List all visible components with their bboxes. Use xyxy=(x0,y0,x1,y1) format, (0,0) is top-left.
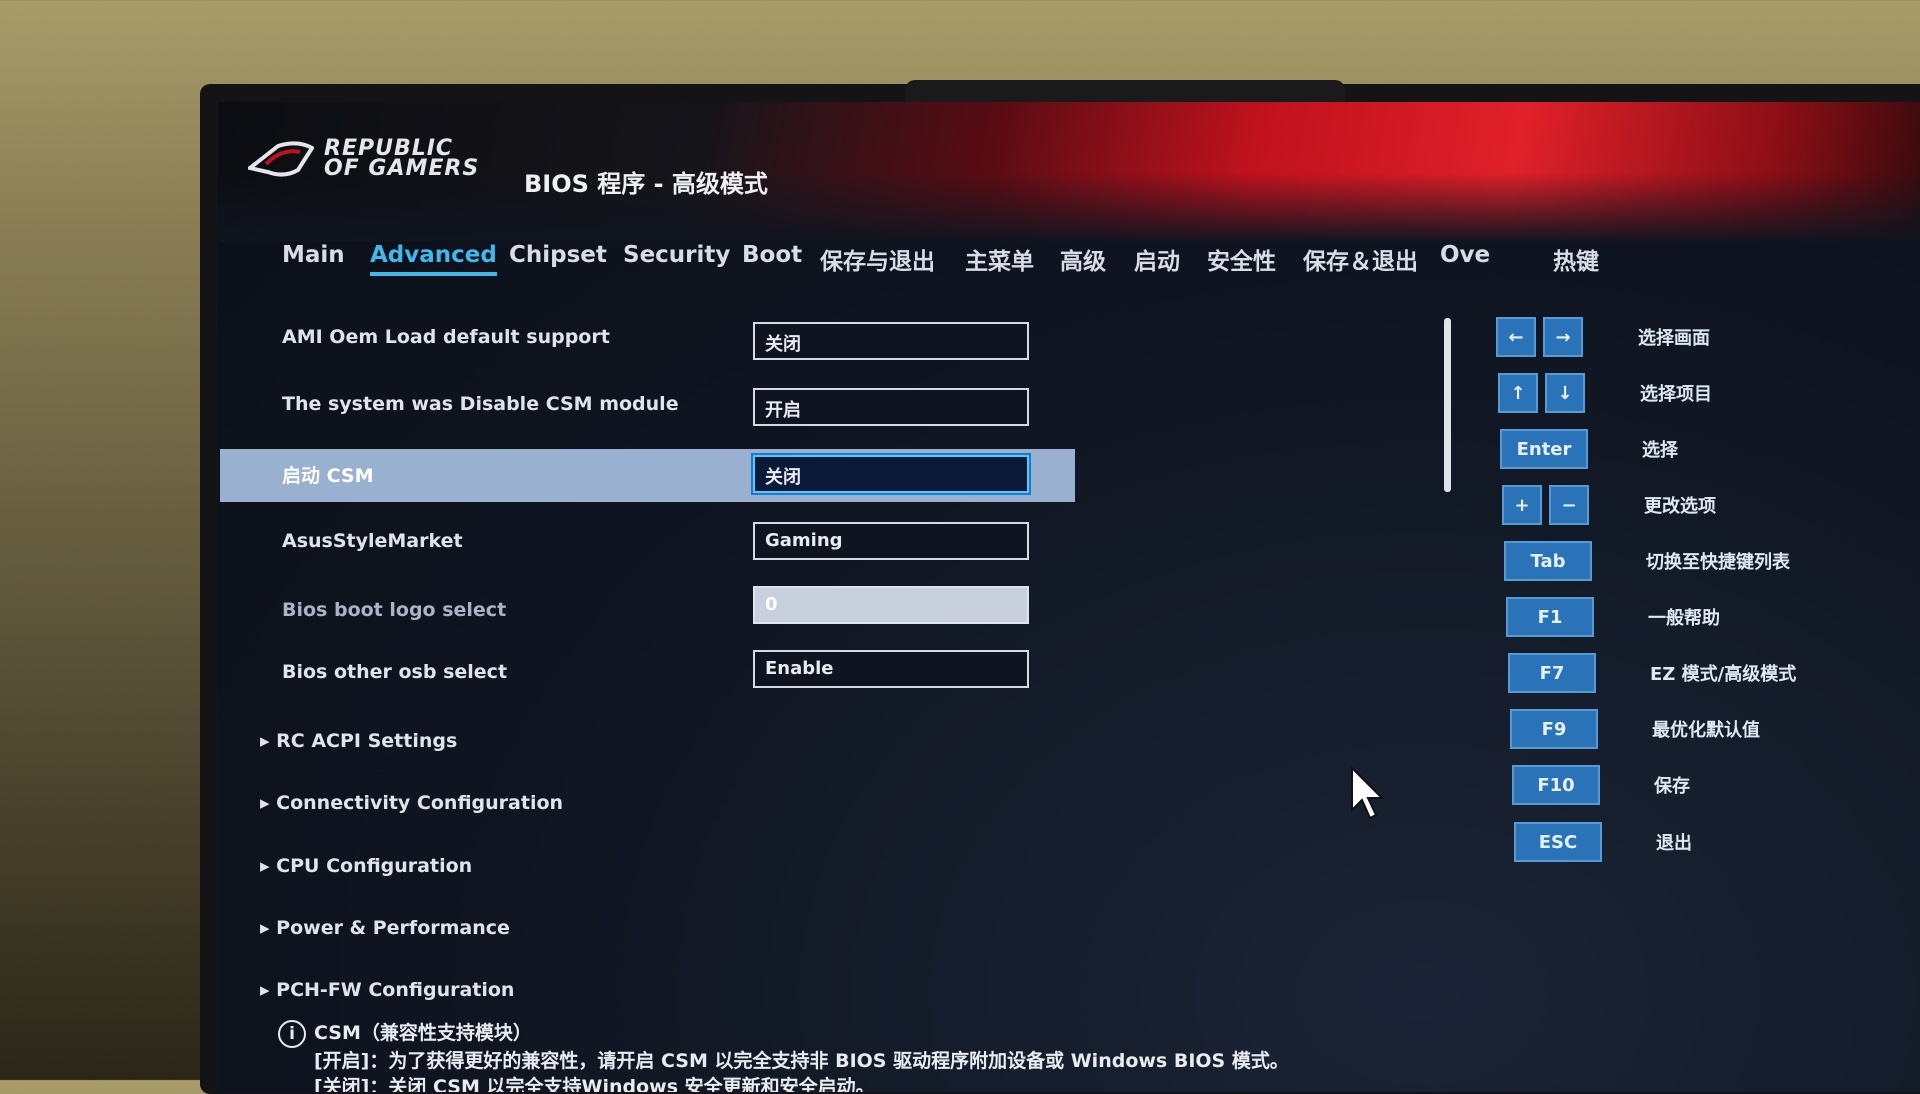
rog-logo: REPUBLIC OF GAMERS xyxy=(248,138,484,180)
setting-value-dropdown-selected[interactable]: 关闭 xyxy=(753,455,1029,493)
setting-label: AsusStyleMarket xyxy=(282,530,463,552)
key-right: → xyxy=(1543,317,1583,357)
help-title: CSM（兼容性支持模块） xyxy=(314,1022,532,1044)
rog-eye-icon xyxy=(248,141,314,177)
setting-label: Bios other osb select xyxy=(282,661,508,683)
hotkey-desc: 一般帮助 xyxy=(1648,608,1720,629)
key-f1: F1 xyxy=(1506,597,1594,637)
tab-main-menu-cn[interactable]: 主菜单 xyxy=(965,242,1034,276)
key-enter: Enter xyxy=(1500,429,1588,469)
bios-screen: REPUBLIC OF GAMERS BIOS 程序 - 高级模式 Main A… xyxy=(218,102,1920,1092)
brand-text: REPUBLIC OF GAMERS xyxy=(324,136,480,181)
submenu-rc-acpi[interactable]: RC ACPI Settings xyxy=(260,730,457,752)
tab-overclock[interactable]: Ove xyxy=(1440,242,1490,268)
submenu-connectivity[interactable]: Connectivity Configuration xyxy=(260,792,563,814)
hotkey-desc: 选择 xyxy=(1642,440,1678,461)
setting-value-input[interactable]: 0 xyxy=(753,586,1029,624)
tab-save-exit-cn[interactable]: 保存与退出 xyxy=(820,242,935,276)
tab-save-exit-cn-2[interactable]: 保存＆退出 xyxy=(1303,242,1418,276)
setting-value-dropdown[interactable]: 开启 xyxy=(753,388,1029,426)
hotkey-desc: 切换至快捷键列表 xyxy=(1646,552,1790,573)
setting-value-dropdown[interactable]: 关闭 xyxy=(753,322,1029,360)
scrollbar[interactable] xyxy=(1444,318,1451,492)
submenu-cpu[interactable]: CPU Configuration xyxy=(260,855,472,877)
setting-label: The system was Disable CSM module xyxy=(282,393,679,415)
hotkeys-heading: 热键 xyxy=(1553,249,1599,275)
mouse-cursor-icon xyxy=(1351,766,1384,820)
tab-chipset[interactable]: Chipset xyxy=(509,242,607,268)
key-minus: − xyxy=(1549,485,1589,525)
setting-label: Bios boot logo select xyxy=(282,599,507,621)
tab-main[interactable]: Main xyxy=(282,242,345,268)
page-title: BIOS 程序 - 高级模式 xyxy=(524,170,768,198)
key-esc: ESC xyxy=(1514,822,1602,862)
hotkey-desc: EZ 模式/高级模式 xyxy=(1650,664,1797,685)
key-plus: + xyxy=(1502,485,1542,525)
key-left: ← xyxy=(1496,317,1536,357)
hotkey-desc: 选择画面 xyxy=(1638,328,1710,349)
setting-value-dropdown[interactable]: Gaming xyxy=(753,522,1029,560)
tab-boot-cn[interactable]: 启动 xyxy=(1134,242,1180,276)
submenu-power-performance[interactable]: Power & Performance xyxy=(260,917,510,939)
tab-boot[interactable]: Boot xyxy=(742,242,802,268)
tab-security-cn[interactable]: 安全性 xyxy=(1207,242,1276,276)
help-line-2: [关闭]：关闭 CSM 以完全支持Windows 安全更新和安全启动。 xyxy=(314,1076,875,1092)
hotkey-desc: 选择项目 xyxy=(1640,384,1712,405)
hotkey-desc: 最优化默认值 xyxy=(1652,720,1760,741)
submenu-pch-fw[interactable]: PCH-FW Configuration xyxy=(260,979,514,1001)
hotkey-desc: 退出 xyxy=(1656,833,1692,854)
hotkey-desc: 保存 xyxy=(1654,776,1690,797)
key-f10: F10 xyxy=(1512,765,1600,805)
info-icon: i xyxy=(278,1020,306,1048)
key-up: ↑ xyxy=(1498,373,1538,413)
setting-label: AMI Oem Load default support xyxy=(282,326,610,348)
tab-advanced-cn[interactable]: 高级 xyxy=(1060,242,1106,276)
monitor-camera-bar xyxy=(905,80,1345,102)
key-down: ↓ xyxy=(1545,373,1585,413)
tab-advanced[interactable]: Advanced xyxy=(370,242,497,276)
setting-label: 启动 CSM xyxy=(282,465,374,487)
key-f7: F7 xyxy=(1508,653,1596,693)
key-f9: F9 xyxy=(1510,709,1598,749)
key-tab: Tab xyxy=(1504,541,1592,581)
hotkey-desc: 更改选项 xyxy=(1644,496,1716,517)
help-line-1: [开启]：为了获得更好的兼容性，请开启 CSM 以完全支持非 BIOS 驱动程序… xyxy=(314,1050,1289,1072)
tab-security[interactable]: Security xyxy=(623,242,730,268)
help-info-panel: i CSM（兼容性支持模块） [开启]：为了获得更好的兼容性，请开启 CSM 以完… xyxy=(278,1020,1289,1092)
setting-value-dropdown[interactable]: Enable xyxy=(753,650,1029,688)
